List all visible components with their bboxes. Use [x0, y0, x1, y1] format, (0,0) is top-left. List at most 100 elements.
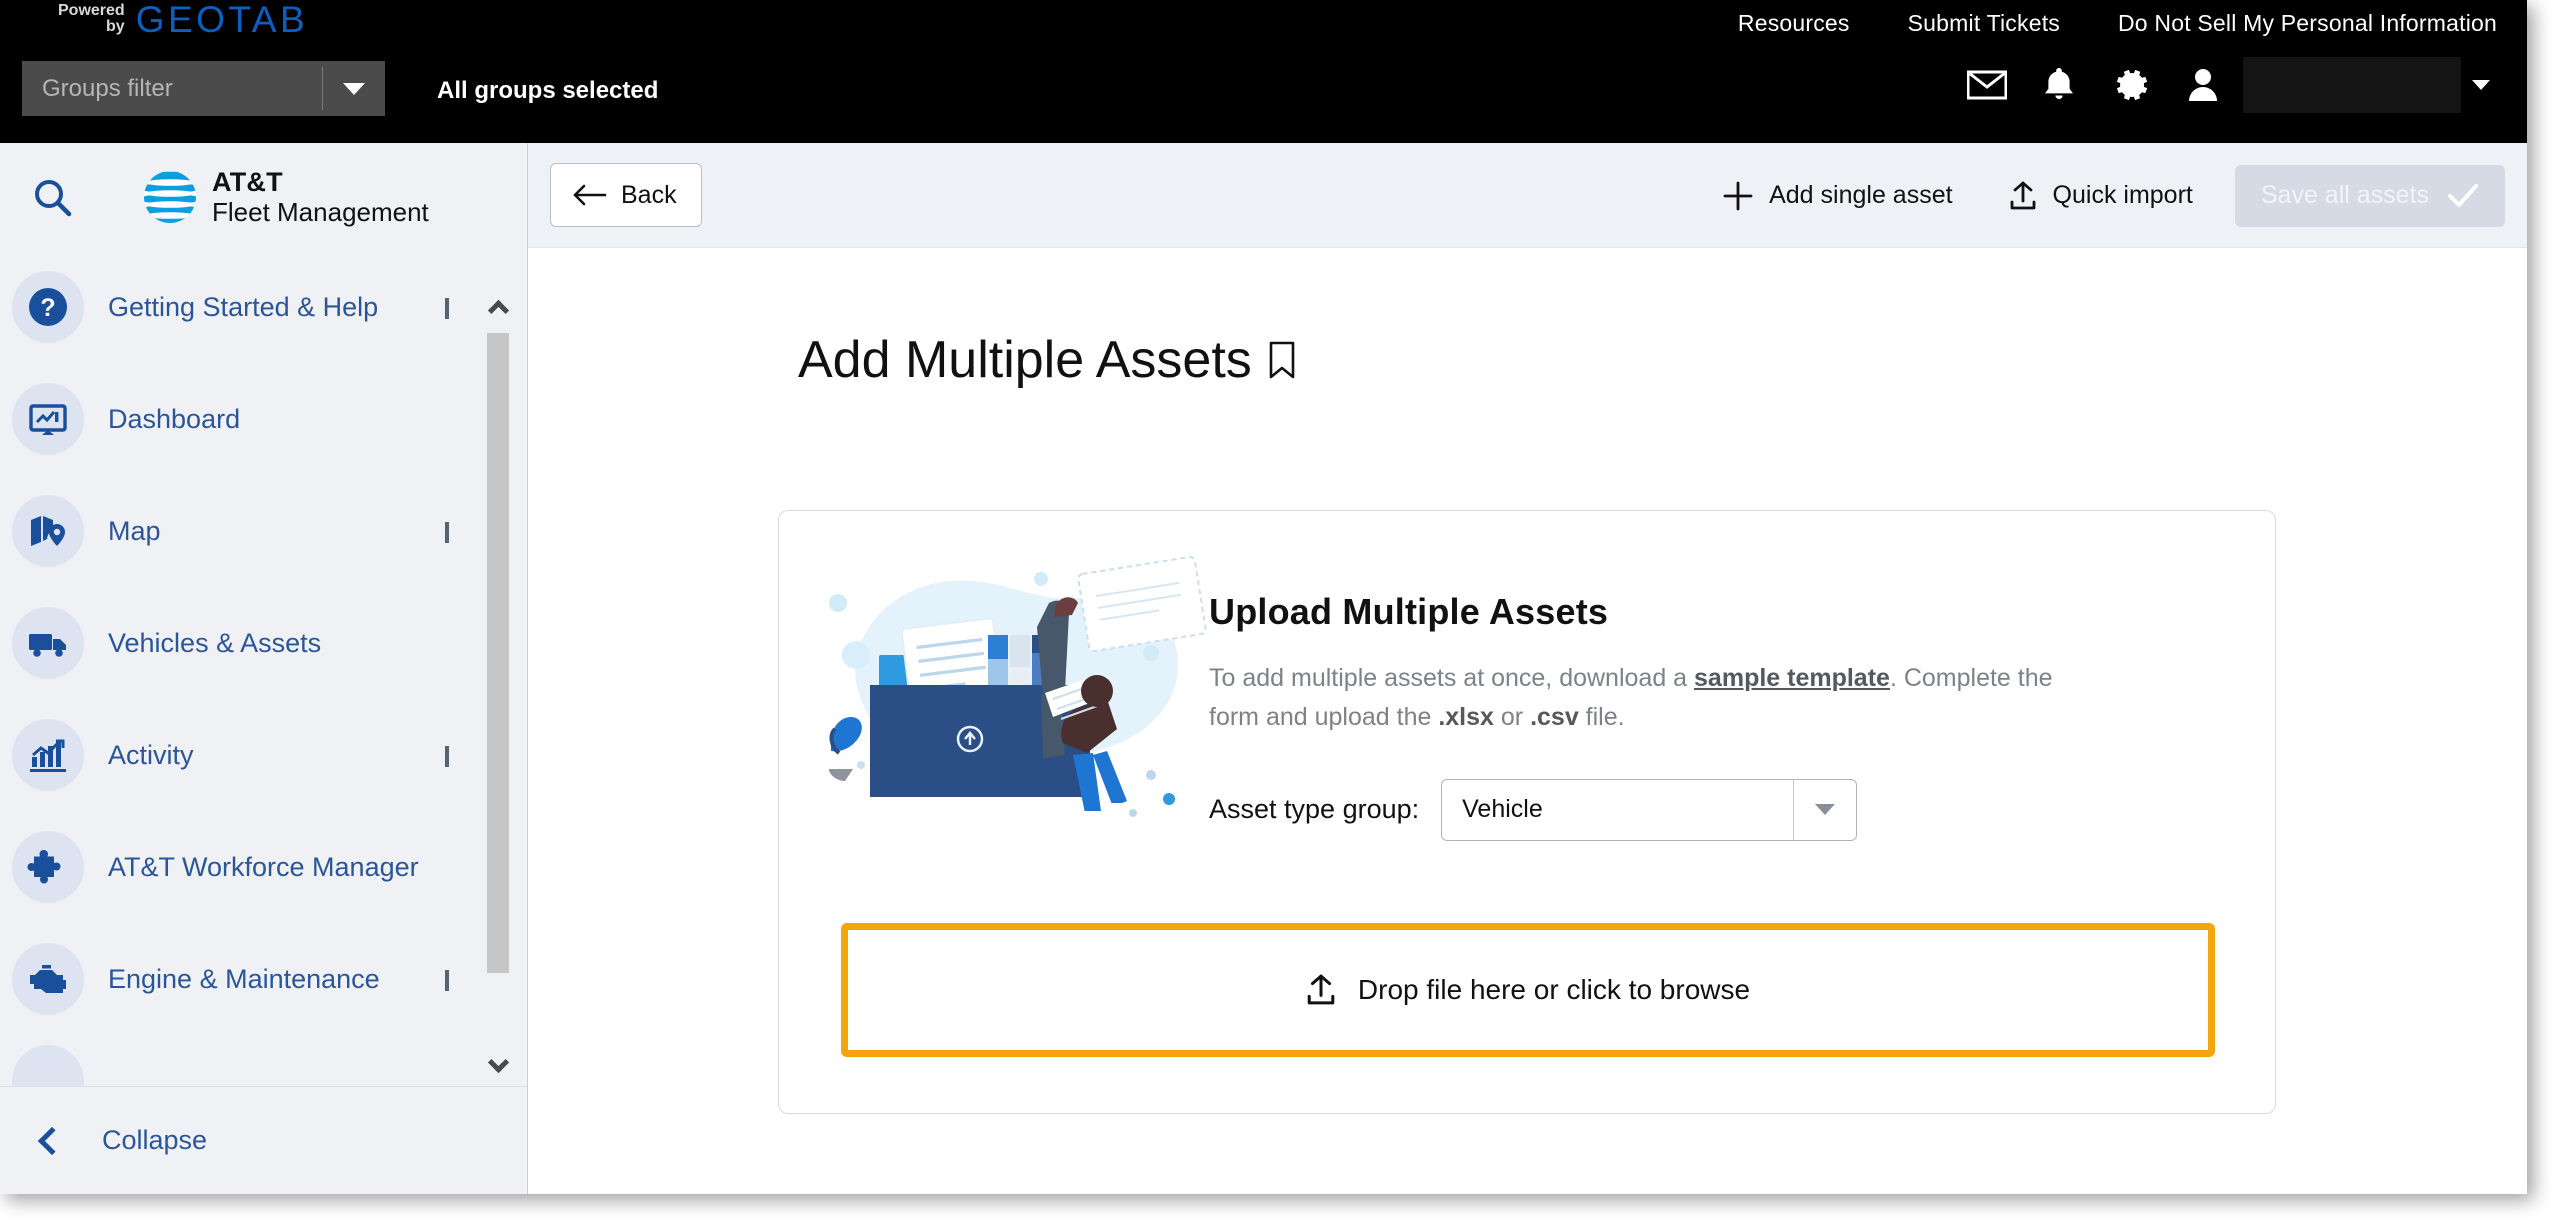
asset-type-group-row: Asset type group: Vehicle — [1209, 778, 2109, 841]
sample-template-link[interactable]: sample template — [1694, 664, 1890, 692]
sidebar-item-engine-maintenance[interactable]: Engine & Maintenance — [0, 923, 527, 1035]
add-single-asset-button[interactable]: Add single asset — [1695, 164, 1980, 228]
map-pin-icon — [12, 495, 84, 567]
scrollbar-thumb[interactable] — [487, 333, 509, 973]
sidebar-item-getting-started-help[interactable]: ? Getting Started & Help — [0, 251, 527, 363]
quick-import-button[interactable]: Quick import — [1981, 164, 2221, 228]
upload-card-top: Upload Multiple Assets To add multiple a… — [779, 511, 2275, 848]
sidebar-item-label: Map — [108, 515, 161, 546]
sidebar-collapse-button[interactable]: Collapse — [0, 1086, 527, 1194]
desc-part-1: To add multiple assets at once, download… — [1209, 664, 1695, 692]
sidebar-item-dashboard[interactable]: Dashboard — [0, 363, 527, 475]
app-window: Powered by GEOTAB Resources Submit Ticke… — [0, 0, 2527, 1194]
upload-illustration — [779, 543, 1209, 848]
resources-link[interactable]: Resources — [1738, 10, 1850, 37]
sidebar-item-label: Activity — [108, 739, 194, 770]
asset-type-group-value: Vehicle — [1462, 795, 1543, 823]
desc-ext-csv: .csv — [1530, 702, 1579, 731]
sidebar-item-activity[interactable]: Activity — [0, 699, 527, 811]
chevron-down-icon — [1815, 804, 1836, 815]
powered-by-geotab-logo: Powered by GEOTAB — [58, 0, 309, 40]
sidebar-nav-list: ? Getting Started & Help Dashboard Map V… — [0, 251, 527, 1086]
chevron-down-icon[interactable] — [445, 970, 449, 991]
bell-icon[interactable] — [2023, 56, 2095, 114]
engine-icon — [12, 943, 84, 1015]
asset-type-group-label: Asset type group: — [1209, 794, 1420, 824]
quick-import-label: Quick import — [2052, 181, 2193, 209]
groups-filter-dropdown[interactable]: Groups filter — [22, 61, 385, 116]
sidebar-item-label: Engine & Maintenance — [108, 963, 380, 994]
user-icon[interactable] — [2167, 56, 2239, 114]
chart-bars-icon — [12, 719, 84, 791]
partial-nav-icon — [12, 1045, 84, 1086]
sidebar-header: AT&T Fleet Management — [0, 143, 527, 251]
sidebar-item-label: Vehicles & Assets — [108, 627, 322, 658]
powered-by-text: Powered by — [58, 2, 125, 35]
save-all-assets-label: Save all assets — [2260, 181, 2429, 209]
att-logo-line-2: Fleet Management — [212, 196, 429, 227]
att-globe-icon — [144, 171, 196, 223]
upload-icon — [1307, 974, 1335, 1005]
powered-line-2: by — [106, 18, 125, 35]
chevron-down-icon[interactable] — [445, 298, 449, 319]
main-content: Back Add single asset Quick import Save … — [528, 143, 2527, 1194]
page-title-row: Add Multiple Assets — [798, 330, 2527, 390]
add-single-asset-label: Add single asset — [1769, 181, 1953, 209]
sidebar: AT&T Fleet Management ? Getting Started … — [0, 143, 528, 1194]
header-icon-group — [1951, 56, 2501, 114]
sidebar-item-att-workforce-manager[interactable]: AT&T Workforce Manager — [0, 811, 527, 923]
mail-icon[interactable] — [1951, 56, 2023, 114]
scroll-down-arrow-icon[interactable] — [483, 1050, 513, 1080]
chevron-down-icon[interactable] — [445, 522, 449, 543]
groups-selected-status: All groups selected — [437, 77, 659, 104]
user-menu-arrow[interactable] — [2461, 80, 2501, 90]
svg-text:?: ? — [40, 294, 55, 322]
powered-line-1: Powered — [58, 2, 125, 19]
dashboard-monitor-icon — [12, 383, 84, 455]
desc-ext-xlsx: .xlsx — [1438, 702, 1494, 731]
sidebar-item-partial[interactable] — [0, 1035, 527, 1086]
utility-links: Resources Submit Tickets Do Not Sell My … — [1738, 0, 2497, 46]
upload-card-description: To add multiple assets at once, download… — [1209, 659, 2109, 737]
submit-tickets-link[interactable]: Submit Tickets — [1908, 10, 2060, 37]
sidebar-item-vehicles-assets[interactable]: Vehicles & Assets — [0, 587, 527, 699]
sidebar-item-map[interactable]: Map — [0, 475, 527, 587]
sidebar-item-label: Getting Started & Help — [108, 291, 379, 322]
arrow-left-icon — [573, 184, 607, 206]
scroll-up-arrow-icon[interactable] — [483, 293, 513, 323]
puzzle-piece-icon — [12, 831, 84, 903]
user-name-label — [2243, 57, 2461, 113]
back-button[interactable]: Back — [550, 163, 702, 227]
upload-icon — [2010, 181, 2035, 209]
sidebar-scrollbar[interactable] — [483, 251, 513, 1086]
check-icon — [2448, 183, 2478, 207]
content-toolbar: Back Add single asset Quick import Save … — [528, 143, 2527, 248]
chevron-down-icon — [343, 82, 365, 95]
page-title: Add Multiple Assets — [798, 331, 1252, 389]
chevron-left-icon — [37, 1126, 67, 1155]
do-not-sell-link[interactable]: Do Not Sell My Personal Information — [2118, 10, 2497, 37]
save-all-assets-button[interactable]: Save all assets — [2234, 164, 2505, 227]
att-fleet-management-logo: AT&T Fleet Management — [142, 167, 429, 226]
att-logo-text: AT&T Fleet Management — [212, 167, 429, 226]
upload-card: Upload Multiple Assets To add multiple a… — [778, 510, 2276, 1114]
top-bar: Powered by GEOTAB Resources Submit Ticke… — [0, 0, 2527, 143]
chevron-down-icon[interactable] — [445, 746, 449, 767]
desc-mid: or — [1493, 702, 1531, 731]
geotab-wordmark: GEOTAB — [135, 0, 309, 40]
bookmark-icon[interactable] — [1266, 340, 1298, 380]
upload-card-heading: Upload Multiple Assets — [1209, 591, 1609, 632]
groups-filter-arrow[interactable] — [323, 61, 385, 116]
asset-type-group-select[interactable]: Vehicle — [1441, 778, 1858, 841]
gear-icon[interactable] — [2095, 56, 2167, 114]
truck-icon — [12, 607, 84, 679]
plus-icon — [1723, 181, 1753, 210]
desc-part-3: file. — [1578, 702, 1625, 731]
select-arrow[interactable] — [1794, 780, 1856, 840]
back-label: Back — [621, 180, 677, 209]
user-account-menu[interactable] — [2167, 56, 2501, 114]
search-icon[interactable] — [20, 176, 84, 218]
collapse-label: Collapse — [102, 1125, 208, 1155]
file-dropzone[interactable]: Drop file here or click to browse — [841, 923, 2215, 1057]
chevron-down-icon — [2472, 80, 2490, 90]
